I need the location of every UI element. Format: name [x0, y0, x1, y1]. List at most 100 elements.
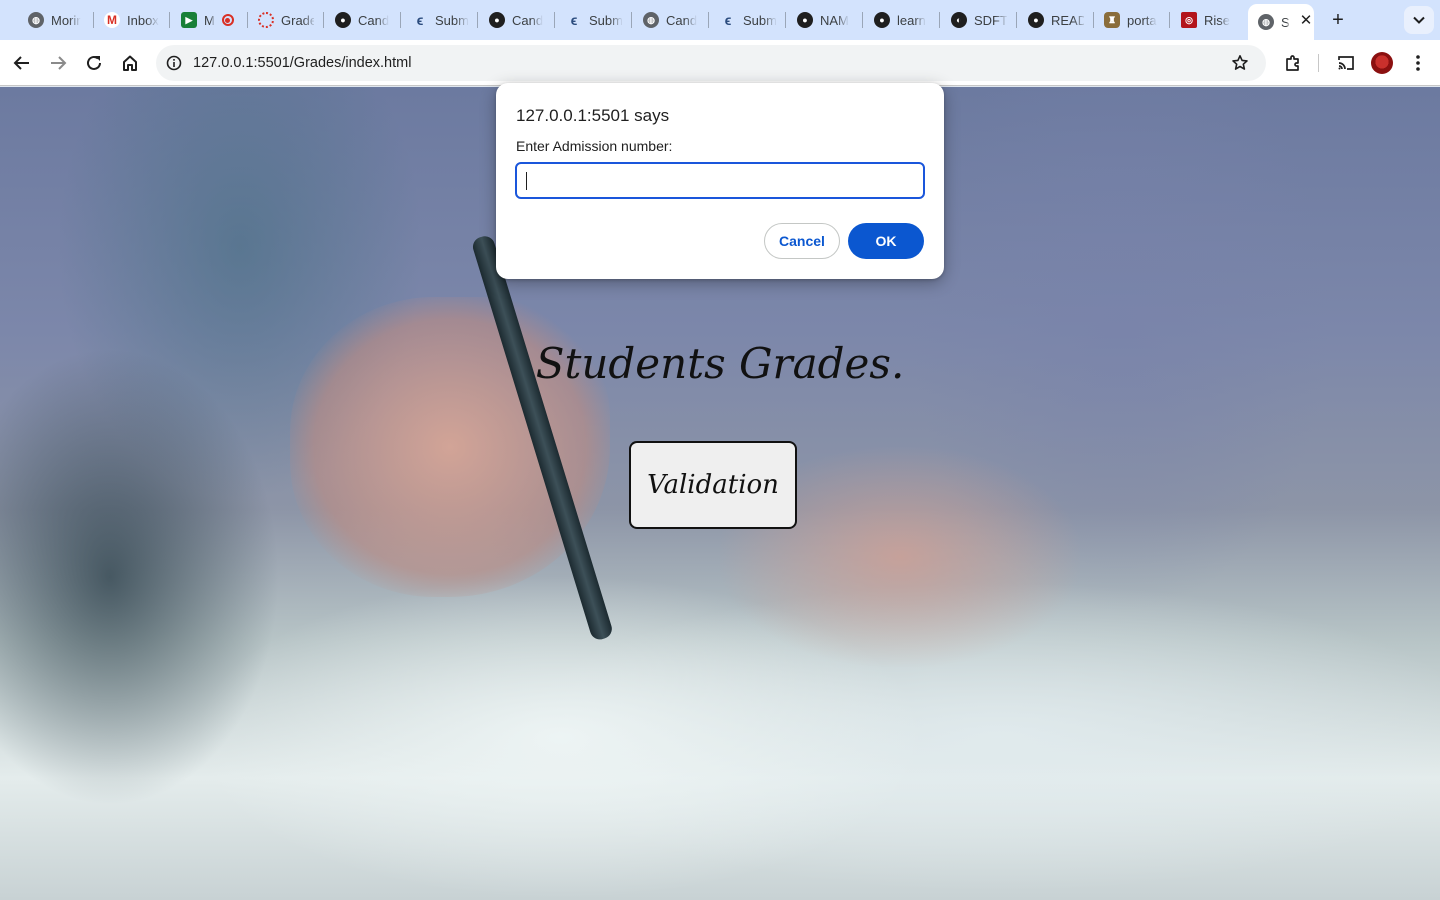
tab-8[interactable]: ϵ Subm — [566, 6, 622, 34]
menu-button[interactable] — [1404, 49, 1432, 77]
address-url: 127.0.0.1:5501/Grades/index.html — [193, 55, 412, 71]
text-cursor — [526, 172, 527, 190]
toolbar-divider — [1318, 54, 1319, 72]
tab-7[interactable]: ● Cand — [489, 6, 545, 34]
globe-icon: ◍ — [1258, 14, 1274, 30]
tab-divider — [862, 12, 863, 28]
tab-11[interactable]: ● NAM — [797, 6, 853, 34]
crest-icon: ♜ — [1104, 12, 1120, 28]
moringa-icon: ϵ — [724, 12, 732, 28]
tab-label: Subm — [743, 12, 776, 28]
tab-search-button[interactable] — [1404, 6, 1434, 34]
moringa-icon: ϵ — [570, 12, 578, 28]
tab-divider — [631, 12, 632, 28]
chevron-down-icon — [1413, 16, 1425, 24]
recording-icon — [221, 14, 234, 26]
github-icon: ● — [797, 12, 813, 28]
tab-divider — [169, 12, 170, 28]
tab-divider — [1093, 12, 1094, 28]
tab-5[interactable]: ● Cand — [335, 6, 391, 34]
tab-14[interactable]: ● READ — [1028, 6, 1084, 34]
tab-12[interactable]: ● learn — [874, 6, 930, 34]
tab-divider — [477, 12, 478, 28]
github-icon: ● — [874, 12, 890, 28]
tab-label: Rise — [1204, 12, 1231, 28]
tab-6[interactable]: ϵ Subm — [412, 6, 468, 34]
more-vert-icon — [1416, 55, 1420, 71]
home-button[interactable] — [116, 49, 144, 77]
tab-divider — [785, 12, 786, 28]
home-icon — [123, 55, 137, 71]
tab-divider — [1016, 12, 1017, 28]
tab-15[interactable]: ♜ porta — [1104, 6, 1160, 34]
tab-16[interactable]: ◎ Rise — [1181, 6, 1237, 34]
tab-9[interactable]: ◍ Cand — [643, 6, 699, 34]
gmail-icon: M — [104, 12, 120, 28]
github-icon: ● — [489, 12, 505, 28]
tab-label: learn — [897, 12, 926, 28]
validation-button[interactable]: Validation — [629, 441, 797, 529]
tab-label: porta — [1127, 12, 1157, 28]
tab-1[interactable]: ◍ Morir — [28, 6, 84, 34]
tab-divider — [939, 12, 940, 28]
new-tab-button[interactable]: + — [1326, 8, 1350, 32]
tab-divider — [93, 12, 94, 28]
rise-icon: ◎ — [1181, 12, 1197, 28]
tab-label: READ — [1051, 12, 1084, 28]
forward-button[interactable] — [44, 49, 72, 77]
ok-button[interactable]: OK — [848, 223, 924, 259]
cast-icon — [1338, 56, 1354, 70]
tab-4[interactable]: Grade — [258, 6, 314, 34]
tab-strip: ◍ Morir M Inbox ▶ M Grade ● Cand ϵ Subm … — [0, 0, 1440, 40]
reload-button[interactable] — [80, 49, 108, 77]
close-tab-icon[interactable]: ✕ — [1296, 10, 1316, 30]
tab-label: Subm — [435, 12, 468, 28]
github-icon: ● — [1028, 12, 1044, 28]
tab-10[interactable]: ϵ Subm — [720, 6, 776, 34]
cast-button[interactable] — [1332, 49, 1360, 77]
meet-icon: ▶ — [181, 12, 197, 28]
github-icon: ● — [335, 12, 351, 28]
background-image — [0, 347, 280, 807]
prompt-dialog: 127.0.0.1:5501 says Enter Admission numb… — [496, 83, 944, 279]
dialog-title: 127.0.0.1:5501 says — [516, 106, 670, 125]
reload-icon — [87, 55, 101, 70]
sdft-icon: ◐ — [951, 12, 967, 28]
tab-label: Morir — [51, 12, 81, 28]
tab-divider — [708, 12, 709, 28]
site-info-icon[interactable] — [164, 53, 184, 73]
tab-divider — [247, 12, 248, 28]
address-bar[interactable]: 127.0.0.1:5501/Grades/index.html — [156, 45, 1266, 81]
tab-2[interactable]: M Inbox — [104, 6, 160, 34]
tab-label: S — [1281, 14, 1290, 30]
admission-number-input[interactable] — [515, 162, 925, 199]
arrow-left-icon — [13, 56, 29, 70]
tab-label: Subm — [589, 12, 622, 28]
tab-label: M — [204, 12, 215, 28]
globe-icon: ◍ — [28, 12, 44, 28]
extensions-button[interactable] — [1279, 49, 1307, 77]
globe-icon: ◍ — [643, 12, 659, 28]
dialog-message: Enter Admission number: — [516, 138, 673, 154]
cancel-button[interactable]: Cancel — [764, 223, 840, 259]
tab-divider — [400, 12, 401, 28]
tab-13[interactable]: ◐ SDFT — [951, 6, 1007, 34]
ring-icon — [258, 12, 274, 28]
tab-divider — [1169, 12, 1170, 28]
puzzle-icon — [1286, 55, 1299, 71]
back-button[interactable] — [8, 49, 36, 77]
tab-divider — [554, 12, 555, 28]
tab-label: Cand — [358, 12, 390, 28]
tab-label: Grade — [281, 12, 314, 28]
tab-label: NAM — [820, 12, 849, 28]
tab-divider — [323, 12, 324, 28]
tab-label: Cand — [512, 12, 544, 28]
moringa-icon: ϵ — [416, 12, 424, 28]
profile-avatar[interactable] — [1371, 52, 1393, 74]
tab-label: SDFT — [974, 12, 1007, 28]
tab-3[interactable]: ▶ M — [181, 6, 239, 34]
tab-label: Inbox — [127, 12, 159, 28]
bookmark-star-icon[interactable] — [1230, 53, 1250, 73]
browser-toolbar: 127.0.0.1:5501/Grades/index.html — [0, 40, 1440, 86]
page-title: Students Grades. — [535, 339, 905, 388]
